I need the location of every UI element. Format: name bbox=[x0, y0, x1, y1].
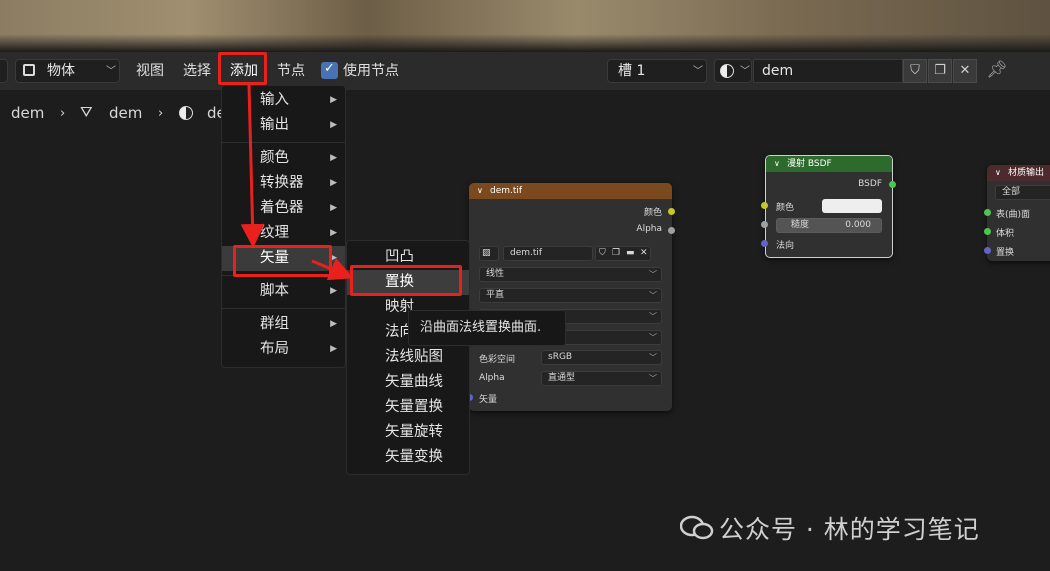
watermark: 公众号 · 林的学习笔记 bbox=[679, 510, 980, 546]
annotation-arrows bbox=[240, 84, 354, 281]
annotation-arrow-right bbox=[311, 258, 354, 281]
wechat-icon bbox=[679, 515, 714, 540]
annotation-arrow-down bbox=[240, 84, 265, 248]
watermark-text: 公众号 · 林的学习笔记 bbox=[718, 515, 980, 544]
